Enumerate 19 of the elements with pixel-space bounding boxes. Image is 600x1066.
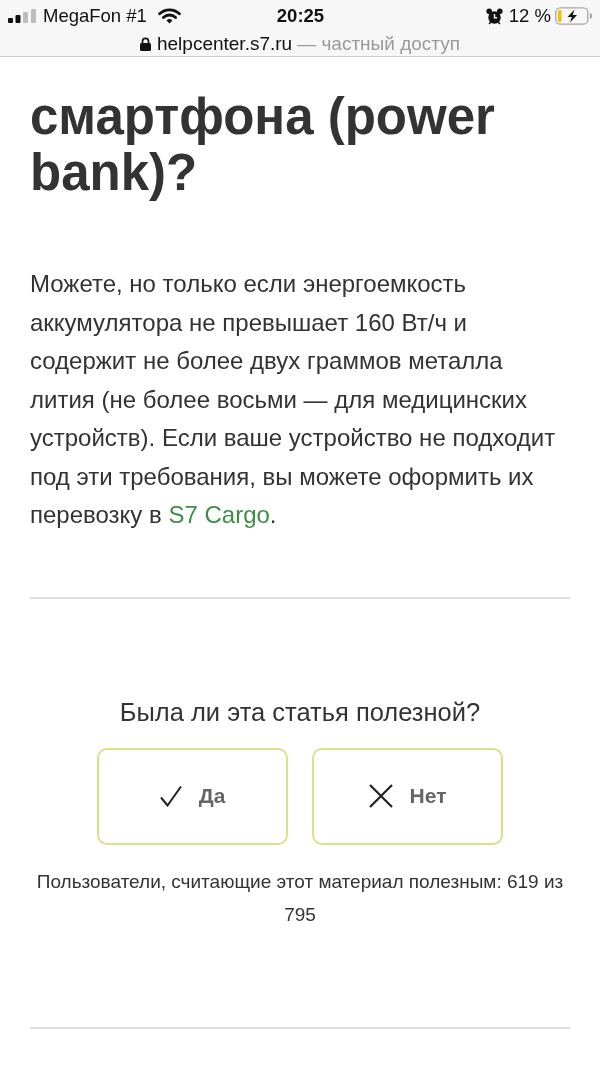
cargo-link[interactable]: S7 Cargo <box>168 501 270 528</box>
tick-icon <box>159 785 182 807</box>
feedback-question: Была ли эта статья полезной? <box>118 696 482 727</box>
no-button[interactable]: Нет <box>312 747 503 845</box>
yes-button[interactable]: Да <box>97 747 288 845</box>
helpful-stats: Пользователи, считающие этот материал полезным: 619 из 795 <box>35 869 565 927</box>
battery-icon <box>555 7 593 25</box>
lock-icon <box>139 37 151 51</box>
alarm-clock-icon <box>485 7 503 25</box>
signal-icon <box>8 9 36 23</box>
carrier-name: MegaFon #1 <box>43 5 147 27</box>
clock-time: 20:25 <box>276 5 325 27</box>
url-domain[interactable]: helpcenter.s7.ru <box>156 33 293 55</box>
wifi-icon <box>157 8 181 24</box>
battery-percent: 12 % <box>508 5 551 27</box>
cross-icon <box>368 784 393 808</box>
article-title: смартфона (power bank)? <box>30 89 496 201</box>
url-note: — частный доступ <box>297 33 461 55</box>
article-paragraph: Можете, но только если энергоемкость аккумулятора не превышает 160 Вт/ч и содержит не более двух граммов металла лития (не более восьми — для медицинских устройств). Если ваше устройство не подходит под эти требования, вы можете оформить их перевозку в S7 Cargo. <box>30 269 557 530</box>
